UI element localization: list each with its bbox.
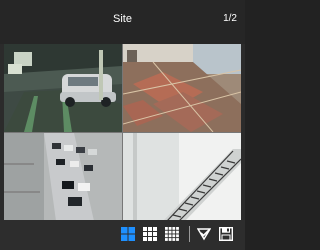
camera-feed-stairwell [123,133,241,221]
camera-feed-parking-garage [4,44,122,132]
camera-feed-parking-lot [4,133,122,221]
camera-tile-3[interactable] [4,133,122,221]
camera-grid [4,44,241,221]
favorite-check-icon[interactable] [197,227,211,241]
page-indicator: 1/2 [223,13,237,24]
camera-tile-2[interactable] [123,44,241,132]
toolbar-divider [189,226,190,242]
camera-feed-lobby [123,44,241,132]
layout-toolbar [0,220,245,250]
page-title: Site [113,13,132,25]
layout-4x4-icon[interactable] [165,227,179,241]
header-bar: Site 1/2 [0,0,245,44]
layout-3x3-icon[interactable] [143,227,157,241]
camera-tile-4[interactable] [123,133,241,221]
camera-viewer: Site 1/2 [0,0,245,250]
save-icon[interactable] [219,227,233,241]
camera-tile-1[interactable] [4,44,122,132]
layout-2x2-icon[interactable] [121,227,135,241]
